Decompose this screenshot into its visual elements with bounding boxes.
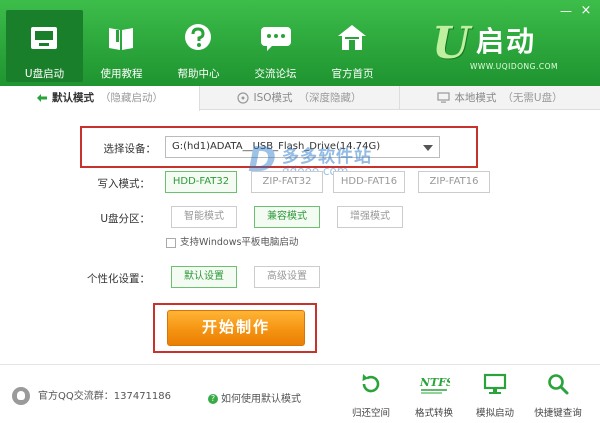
tool-label: 归还空间 <box>351 408 390 419</box>
mode-tabs: 默认模式 （隐藏启动） ISO模式 （深度隐藏） 本地模式 （无需U盘） <box>0 86 600 111</box>
shortcut-query-button[interactable]: 快捷键查询 <box>530 371 586 419</box>
restore-icon <box>362 374 380 393</box>
book-icon <box>109 28 133 50</box>
help-link-text: 如何使用默认模式 <box>221 394 301 405</box>
write-option-zip-fat32[interactable]: ZIP-FAT32 <box>251 171 323 193</box>
app-header: — × U盘启动 使用教程 帮助中心 交流论坛 官方首页 U 启动 WWW.UQ… <box>0 0 600 86</box>
home-icon <box>338 25 366 50</box>
tablet-support-label: 支持Windows平板电脑启动 <box>180 237 299 248</box>
tab-local-mode[interactable]: 本地模式 （无需U盘） <box>400 86 600 110</box>
simulate-boot-button[interactable]: 模拟启动 <box>467 371 523 419</box>
device-label: 选择设备： <box>103 143 157 155</box>
tool-label: 快捷键查询 <box>534 408 582 419</box>
nav-label: 使用教程 <box>100 68 143 80</box>
default-mode-help-link[interactable]: ? 如何使用默认模式 <box>208 394 301 406</box>
top-nav: U盘启动 使用教程 帮助中心 交流论坛 官方首页 <box>6 10 391 82</box>
nav-item-home[interactable]: 官方首页 <box>314 10 391 82</box>
arrows-icon <box>37 94 47 102</box>
close-button[interactable]: × <box>578 4 594 18</box>
tab-sub: （无需U盘） <box>502 92 563 104</box>
qq-group-info: 官方QQ交流群：137471186 <box>12 387 171 407</box>
ntfs-text: NTFS <box>419 376 450 389</box>
monitor-icon <box>437 92 451 103</box>
tablet-support-checkbox[interactable] <box>166 237 176 248</box>
personal-option-advanced[interactable]: 高级设置 <box>254 266 320 288</box>
nav-item-tutorial[interactable]: 使用教程 <box>83 10 160 82</box>
nav-label: 交流论坛 <box>254 68 297 80</box>
tablet-support-option[interactable]: 支持Windows平板电脑启动 <box>166 236 298 250</box>
tab-main: 本地模式 <box>454 92 497 104</box>
chat-icon <box>261 27 291 51</box>
tab-sub: （深度隐藏） <box>298 92 362 104</box>
chevron-down-icon <box>423 145 433 151</box>
write-option-zip-fat16[interactable]: ZIP-FAT16 <box>418 171 490 193</box>
qq-penguin-icon <box>12 387 30 405</box>
partition-option-smart[interactable]: 智能模式 <box>171 206 237 228</box>
ntfs-icon: NTFS <box>419 376 450 394</box>
nav-label: 官方首页 <box>331 68 374 80</box>
format-convert-button[interactable]: NTFS 格式转换 <box>406 371 462 419</box>
tab-iso-mode[interactable]: ISO模式 （深度隐藏） <box>200 86 400 110</box>
partition-option-enhanced[interactable]: 增强模式 <box>337 206 403 228</box>
restore-space-button[interactable]: 归还空间 <box>343 371 399 419</box>
help-icon <box>185 24 211 50</box>
search-icon <box>548 374 569 395</box>
simulate-icon <box>483 373 507 394</box>
tab-main: 默认模式 <box>52 92 94 104</box>
help-icon: ? <box>208 394 218 404</box>
logo-url: WWW.UQIDONG.COM <box>470 62 558 71</box>
tool-label: 格式转换 <box>414 408 453 419</box>
start-make-button[interactable]: 开始制作 <box>167 310 305 346</box>
logo-text: 启动 <box>476 26 537 57</box>
minimize-button[interactable]: — <box>558 4 574 18</box>
write-mode-label: 写入模式： <box>97 178 151 190</box>
tab-default-mode[interactable]: 默认模式 （隐藏启动） <box>0 86 200 111</box>
partition-option-compatible[interactable]: 兼容模式 <box>254 206 320 228</box>
personalize-label: 个性化设置： <box>87 273 150 285</box>
qq-group-text: 官方QQ交流群：137471186 <box>38 391 172 402</box>
usb-drive-icon <box>31 27 57 49</box>
app-logo: U 启动 WWW.UQIDONG.COM <box>432 22 582 78</box>
nav-item-help-center[interactable]: 帮助中心 <box>160 10 237 82</box>
footer-bar: 官方QQ交流群：137471186 ?如何使用默认模式 归还空间 NTFS 格式… <box>0 364 600 423</box>
write-option-hdd-fat32[interactable]: HDD-FAT32 <box>165 171 237 193</box>
personal-option-default[interactable]: 默认设置 <box>171 266 237 288</box>
tab-main: ISO模式 <box>253 92 293 104</box>
tab-sub: （隐藏启动） <box>100 92 163 104</box>
nav-item-forum[interactable]: 交流论坛 <box>237 10 314 82</box>
logo-mark: U <box>432 18 471 69</box>
partition-label: U盘分区： <box>100 213 150 225</box>
device-select-value: G:(hd1)ADATA__USB_Flash_Drive(14.74G) <box>172 141 381 152</box>
nav-item-usb-boot[interactable]: U盘启动 <box>6 10 83 82</box>
tool-label: 模拟启动 <box>475 408 514 419</box>
write-option-hdd-fat16[interactable]: HDD-FAT16 <box>333 171 405 193</box>
nav-label: 帮助中心 <box>177 68 220 80</box>
nav-label: U盘启动 <box>24 68 65 80</box>
disc-icon <box>237 92 250 104</box>
device-select[interactable]: G:(hd1)ADATA__USB_Flash_Drive(14.74G) <box>165 136 440 158</box>
